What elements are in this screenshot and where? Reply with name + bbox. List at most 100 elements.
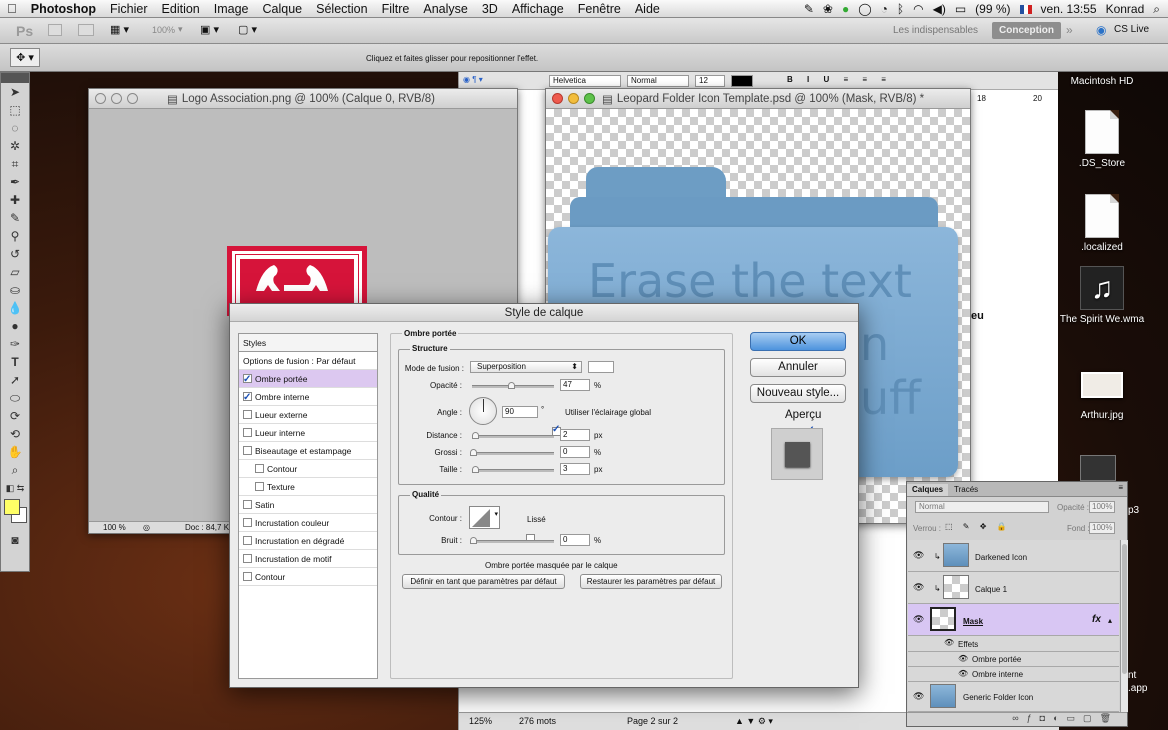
angle-input[interactable]: 90 xyxy=(502,406,538,418)
opacity-slider-thumb[interactable] xyxy=(507,382,515,389)
script-icon[interactable]: ✎ xyxy=(804,2,814,16)
style-item[interactable]: Ombre interne xyxy=(239,388,377,407)
spread-slider-thumb[interactable] xyxy=(470,449,477,456)
style-checkbox[interactable] xyxy=(243,572,252,581)
desktop-icon-localized[interactable]: .localized xyxy=(1052,194,1152,253)
style-item[interactable]: Options de fusion : Par défaut xyxy=(239,352,377,370)
layer-fill-input[interactable]: 100% xyxy=(1089,522,1115,534)
menu-3d[interactable]: 3D xyxy=(475,2,505,16)
format-buttons[interactable]: B I U ≡ ≡ ≡ xyxy=(787,75,892,84)
styles-header[interactable]: Styles xyxy=(239,334,377,352)
style-checkbox[interactable] xyxy=(243,428,252,437)
hand-tool-icon[interactable]: ✋ xyxy=(1,443,29,461)
desktop-icon-arthur[interactable]: Arthur.jpg xyxy=(1052,372,1152,421)
style-item[interactable]: Biseautage et estampage xyxy=(239,442,377,460)
ok-button[interactable]: OK xyxy=(750,332,846,351)
apple-menu-icon[interactable]:  xyxy=(0,1,24,16)
style-item[interactable]: Incrustation de motif xyxy=(239,550,377,568)
link-layers-icon[interactable]: ∞ xyxy=(1012,713,1026,723)
menu-clock[interactable]: ven. 13:55 xyxy=(1041,2,1097,16)
doc-zoom[interactable]: 100 % xyxy=(103,522,126,533)
layer-row-calque-1[interactable]: 👁 ↳ Calque 1 xyxy=(908,572,1119,604)
style-item[interactable]: Satin xyxy=(239,496,377,514)
style-checkbox[interactable] xyxy=(255,464,264,473)
eraser-tool-icon[interactable]: ▱ xyxy=(1,263,29,281)
menu-affichage[interactable]: Affichage xyxy=(505,2,571,16)
style-checkbox[interactable] xyxy=(243,554,252,563)
menu-edition[interactable]: Edition xyxy=(155,2,207,16)
bluetooth-icon[interactable]: ᛒ xyxy=(897,2,904,16)
noise-input[interactable]: 0 xyxy=(560,534,590,546)
type-tool-icon[interactable]: T xyxy=(1,353,29,371)
history-brush-tool-icon[interactable]: ↺ xyxy=(1,245,29,263)
minibridge-icon[interactable] xyxy=(78,24,94,36)
style-checkbox[interactable] xyxy=(243,500,252,509)
sync-icon[interactable]: ● xyxy=(842,2,849,16)
paw-icon[interactable]: ❀ xyxy=(823,2,833,16)
reset-default-button[interactable]: Restaurer les paramètres par défaut xyxy=(580,574,722,589)
zoom-icon[interactable] xyxy=(127,93,138,104)
zoom-icon[interactable] xyxy=(584,93,595,104)
layer-effect-inner-shadow[interactable]: 👁 Ombre interne xyxy=(908,667,1119,682)
menu-user[interactable]: Konrad xyxy=(1106,2,1145,16)
style-item[interactable]: Lueur externe xyxy=(239,406,377,424)
lasso-tool-icon[interactable]: ◌ xyxy=(1,119,29,137)
volume-icon[interactable]: ◀) xyxy=(933,2,946,16)
bridge-icon[interactable] xyxy=(48,24,62,36)
style-item[interactable]: Texture xyxy=(239,478,377,496)
time-machine-icon[interactable]: ◔ xyxy=(881,2,888,16)
style-checkbox[interactable] xyxy=(243,371,252,389)
menu-fichier[interactable]: Fichier xyxy=(103,2,155,16)
weight-dropdown[interactable]: Normal xyxy=(627,75,689,87)
foreground-color-swatch[interactable] xyxy=(4,499,20,515)
desktop-icon-spirit-we[interactable]: ♫ The Spirit We.wma xyxy=(1044,266,1160,325)
move-tool-icon[interactable]: ➤ xyxy=(1,83,29,101)
blur-tool-icon[interactable]: 💧 xyxy=(1,299,29,317)
size-slider-thumb[interactable] xyxy=(472,466,479,473)
quick-mask-icon[interactable]: ◙ xyxy=(1,531,29,549)
menu-image[interactable]: Image xyxy=(207,2,256,16)
word-zoom[interactable]: 125% xyxy=(469,713,492,730)
font-dropdown[interactable]: Helvetica xyxy=(549,75,621,87)
word-nav-icons[interactable]: ▲ ▼ ⚙ ▾ xyxy=(735,713,773,730)
tab-layers[interactable]: Calques xyxy=(907,484,949,496)
menu-selection[interactable]: Sélection xyxy=(309,2,374,16)
distance-input[interactable]: 2 xyxy=(560,429,590,441)
shape-tool-icon[interactable]: ⬭ xyxy=(1,389,29,407)
path-selection-tool-icon[interactable]: ➚ xyxy=(1,371,29,389)
arrange-docs-icon[interactable]: ▣ ▾ xyxy=(200,23,219,36)
delete-layer-icon[interactable]: 🗑 xyxy=(1100,713,1119,723)
workspace-more-icon[interactable]: » xyxy=(1066,23,1073,37)
move-tool-preset[interactable]: ✥ ▾ xyxy=(10,48,40,67)
view-extras-icon[interactable]: ▦ ▾ xyxy=(110,23,129,36)
style-checkbox[interactable] xyxy=(243,536,252,545)
cs-live-icon[interactable]: ◉ xyxy=(1096,23,1106,37)
style-item[interactable]: Ombre portée xyxy=(239,370,377,389)
menu-analyse[interactable]: Analyse xyxy=(416,2,474,16)
eye-icon[interactable]: 👁 xyxy=(913,550,924,561)
noise-slider-thumb[interactable] xyxy=(470,537,477,544)
workspace-essentials[interactable]: Les indispensables xyxy=(886,22,985,39)
3d-orbit-tool-icon[interactable]: ⟲ xyxy=(1,425,29,443)
fx-badge[interactable]: fx xyxy=(1092,614,1101,625)
document-titlebar[interactable]: ▤ Leopard Folder Icon Template.psd @ 100… xyxy=(546,89,970,109)
angle-dial[interactable] xyxy=(469,397,497,425)
brush-tool-icon[interactable]: ✎ xyxy=(1,209,29,227)
pen-tool-icon[interactable]: ✑ xyxy=(1,335,29,353)
tools-panel-grip[interactable] xyxy=(1,73,29,83)
eye-icon[interactable]: 👁 xyxy=(913,614,924,625)
set-default-button[interactable]: Définir en tant que paramètres par défau… xyxy=(402,574,565,589)
collapse-effects-icon[interactable]: ▴ xyxy=(1108,616,1112,625)
opacity-input[interactable]: 47 xyxy=(560,379,590,391)
add-mask-icon[interactable]: ◘ xyxy=(1040,713,1053,723)
eye-icon[interactable]: 👁 xyxy=(958,669,968,678)
doc-info-icon[interactable]: ◎ xyxy=(143,522,150,533)
crop-tool-icon[interactable]: ⌗ xyxy=(1,155,29,173)
style-item[interactable]: Contour xyxy=(239,460,377,478)
add-style-icon[interactable]: ƒ xyxy=(1027,713,1040,723)
zoom-dropdown-icon[interactable]: ▾ xyxy=(178,24,183,35)
contour-picker[interactable]: ▾ xyxy=(469,506,500,529)
document-titlebar[interactable]: ▤ Logo Association.png @ 100% (Calque 0,… xyxy=(89,89,517,109)
eyedropper-tool-icon[interactable]: ✒ xyxy=(1,173,29,191)
size-input[interactable]: 3 xyxy=(560,463,590,475)
